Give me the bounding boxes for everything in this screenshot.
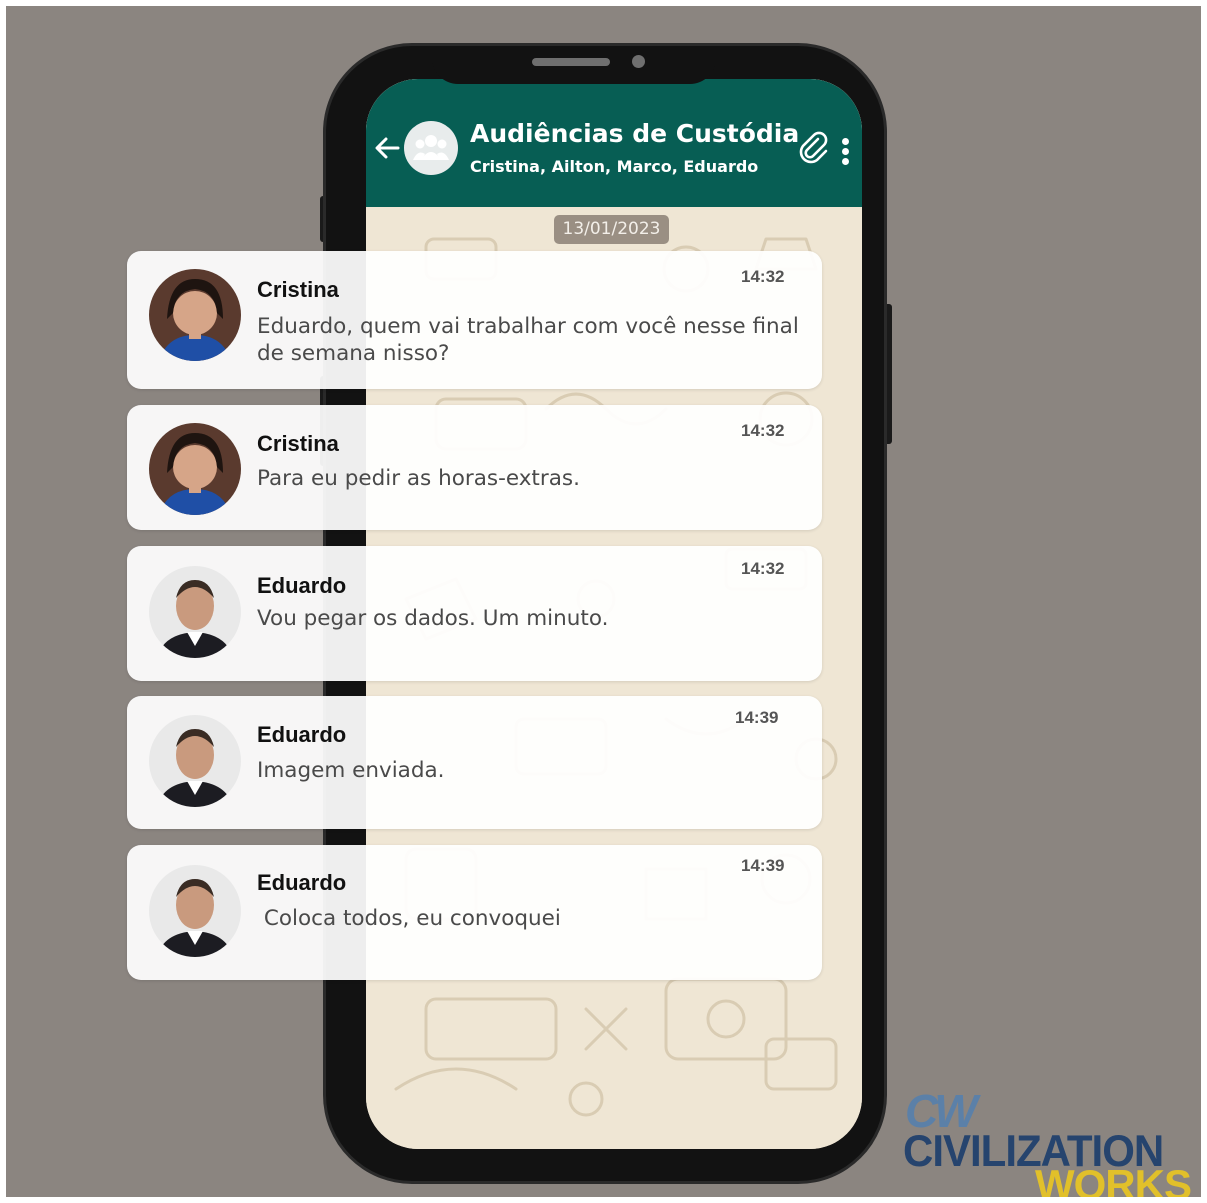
message-card[interactable]: Cristina 14:32 Eduardo, quem vai trabalh… — [127, 251, 822, 389]
message-text: Vou pegar os dados. Um minuto. — [257, 606, 609, 631]
avatar-cristina — [149, 423, 241, 515]
chat-title[interactable]: Audiências de Custódia — [470, 119, 799, 148]
phone-side-button-right — [884, 304, 892, 444]
more-vertical-icon[interactable] — [842, 138, 850, 168]
paperclip-icon[interactable] — [796, 130, 830, 164]
message-card[interactable]: Eduardo 14:32 Vou pegar os dados. Um min… — [127, 546, 822, 681]
message-time: 14:32 — [741, 267, 785, 286]
avatar-cristina — [149, 269, 241, 361]
message-time: 14:32 — [741, 421, 785, 440]
message-text: Para eu pedir as horas-extras. — [257, 466, 580, 491]
chat-header: Audiências de Custódia Cristina, Ailton,… — [366, 79, 862, 207]
message-sender: Cristina — [257, 431, 339, 456]
message-time: 14:32 — [741, 559, 785, 578]
message-card[interactable]: Cristina 14:32 Para eu pedir as horas-ex… — [127, 405, 822, 530]
avatar-eduardo — [149, 566, 241, 658]
message-text: Eduardo, quem vai trabalhar com você nes… — [257, 314, 799, 366]
phone-notch — [432, 46, 716, 84]
message-card[interactable]: Eduardo 14:39 Imagem enviada. — [127, 696, 822, 829]
message-text: Imagem enviada. — [257, 758, 445, 783]
message-sender: Eduardo — [257, 573, 347, 598]
message-card[interactable]: Eduardo 14:39 Coloca todos, eu convoquei — [127, 845, 822, 980]
speaker-grille — [532, 58, 610, 66]
message-sender: Eduardo — [257, 722, 347, 747]
back-arrow-icon[interactable] — [372, 133, 402, 163]
date-separator: 13/01/2023 — [554, 215, 669, 244]
front-camera — [632, 55, 645, 68]
chat-participants[interactable]: Cristina, Ailton, Marco, Eduardo — [470, 157, 758, 176]
avatar-eduardo — [149, 865, 241, 957]
group-icon — [413, 135, 449, 160]
canvas-background: Audiências de Custódia Cristina, Ailton,… — [6, 6, 1201, 1197]
message-text: Coloca todos, eu convoquei — [257, 906, 561, 931]
message-time: 14:39 — [741, 856, 785, 875]
avatar-eduardo — [149, 715, 241, 807]
message-sender: Cristina — [257, 277, 339, 302]
logo-line-2: WORKS — [1035, 1161, 1192, 1198]
message-time: 14:39 — [735, 708, 779, 727]
message-sender: Eduardo — [257, 870, 347, 895]
group-avatar[interactable] — [404, 121, 458, 175]
civilization-works-logo: CW CIVILIZATION WORKS — [901, 1088, 1201, 1198]
